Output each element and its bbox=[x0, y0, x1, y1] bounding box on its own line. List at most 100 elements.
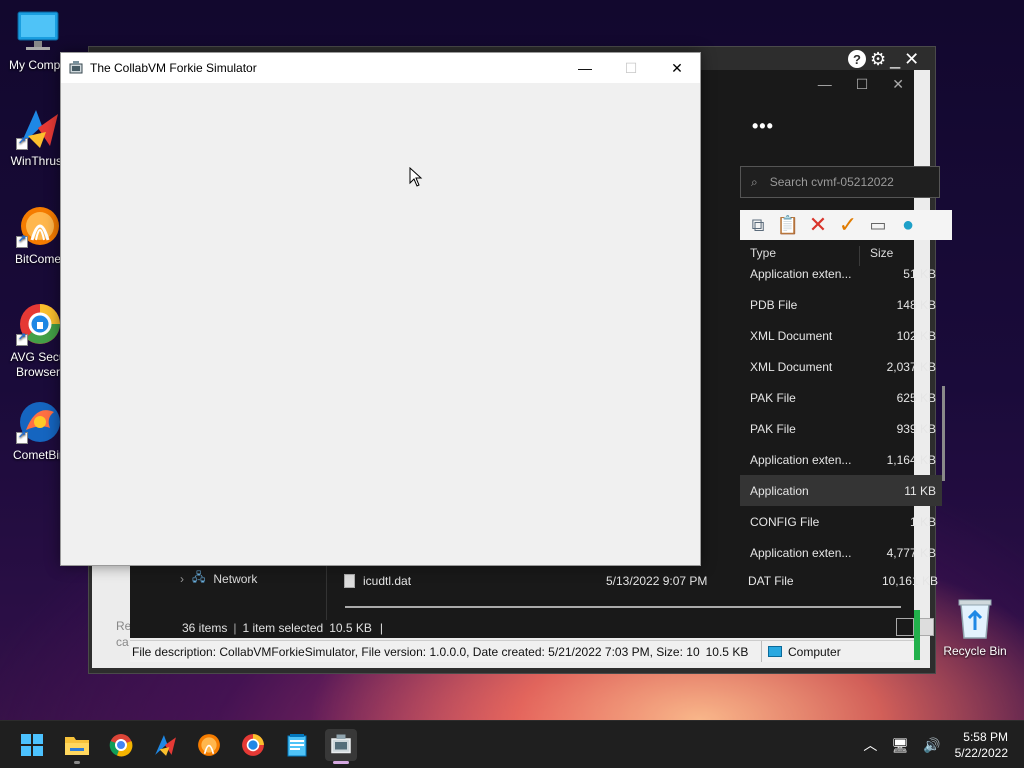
bitcomet-icon bbox=[198, 734, 220, 756]
chevron-right-icon[interactable]: › bbox=[180, 572, 184, 586]
details-view-icon[interactable] bbox=[896, 618, 914, 636]
shortcut-arrow-icon bbox=[16, 332, 28, 346]
item-count: 36 items bbox=[182, 621, 228, 635]
paste-icon[interactable]: 📋 bbox=[776, 213, 800, 237]
start-icon bbox=[21, 734, 43, 756]
taskbar: ︿ 🖥 🔊 5:58 PM 5/22/2022 bbox=[0, 720, 1024, 768]
volume-icon[interactable]: 🔊 bbox=[923, 737, 940, 754]
file-size: 10,161 KB bbox=[881, 574, 938, 588]
vertical-scrollbar[interactable] bbox=[942, 386, 945, 481]
shortcut-arrow-icon bbox=[16, 136, 28, 150]
desktop-icon-label: Recycle Bin bbox=[943, 644, 1007, 658]
file-icon bbox=[344, 574, 355, 588]
close-icon[interactable]: ✕ bbox=[904, 50, 919, 68]
clock-time: 5:58 PM bbox=[963, 730, 1008, 744]
minimize-icon[interactable]: _ bbox=[890, 50, 900, 68]
search-input[interactable]: Search cvmf-05212022 bbox=[770, 175, 894, 189]
taskbar-chrome[interactable] bbox=[105, 729, 137, 761]
bitcomet-icon bbox=[16, 204, 60, 248]
maximize-icon[interactable]: ☐ bbox=[856, 76, 869, 93]
shortcut-arrow-icon bbox=[16, 430, 28, 444]
file-list: Application exten... 51 KB PDB File 148 KB… bbox=[740, 258, 942, 568]
mouse-cursor-icon bbox=[409, 166, 423, 187]
search-box[interactable]: ⌕ Search cvmf-05212022 bbox=[740, 166, 940, 198]
maximize-button: ☐ bbox=[624, 59, 638, 76]
delete-icon[interactable]: ✕ bbox=[806, 212, 830, 237]
minimize-icon[interactable]: — bbox=[818, 76, 832, 93]
explorer-toolbar: ⧉ 📋 ✕ ✓ ▭ ● bbox=[740, 210, 952, 240]
file-description: File description: CollabVMForkieSimulato… bbox=[132, 644, 700, 659]
nav-item-label: Network bbox=[213, 571, 258, 586]
status-trail: | bbox=[379, 621, 384, 635]
description-bar: File description: CollabVMForkieSimulato… bbox=[130, 640, 914, 662]
chevron-up-icon[interactable]: ︿ bbox=[863, 735, 877, 755]
search-icon: ⌕ bbox=[751, 174, 758, 189]
clock-date: 5/22/2022 bbox=[954, 746, 1008, 760]
avg-browser-icon bbox=[242, 734, 264, 756]
copy-icon[interactable]: ⧉ bbox=[746, 213, 770, 237]
globe-icon[interactable]: ● bbox=[896, 213, 920, 237]
file-row[interactable]: PDB File 148 KB bbox=[740, 289, 942, 320]
pane-divider bbox=[326, 560, 327, 620]
forkie-simulator-window: The CollabVM Forkie Simulator — ☐ ✕ bbox=[60, 52, 701, 566]
file-row[interactable]: XML Document 2,037 KB bbox=[740, 351, 942, 382]
shortcut-arrow-icon bbox=[16, 234, 28, 248]
file-name: icudtl.dat bbox=[363, 574, 412, 588]
clock[interactable]: 5:58 PM 5/22/2022 bbox=[955, 729, 1008, 761]
window-title: The CollabVM Forkie Simulator bbox=[90, 61, 257, 75]
taskbar-bitcomet[interactable] bbox=[193, 729, 225, 761]
checkmark-icon[interactable]: ✓ bbox=[836, 212, 860, 237]
recycle-bin-icon bbox=[953, 596, 997, 640]
cometbird-icon bbox=[16, 400, 60, 444]
system-tray: ︿ 🖥 🔊 5:58 PM 5/22/2022 bbox=[863, 721, 1008, 768]
computer-label: Computer bbox=[788, 644, 841, 659]
file-row-selected[interactable]: Application 11 KB bbox=[740, 475, 942, 506]
winthruster-icon bbox=[16, 106, 60, 150]
start-button[interactable] bbox=[16, 729, 48, 761]
notepad-icon bbox=[287, 734, 307, 757]
close-button[interactable]: ✕ bbox=[654, 53, 700, 83]
close-icon[interactable]: ✕ bbox=[892, 76, 904, 93]
computer-icon bbox=[16, 10, 60, 54]
selection-size: 10.5 KB bbox=[329, 621, 372, 635]
title-bar[interactable]: The CollabVM Forkie Simulator — ☐ ✕ bbox=[61, 53, 700, 83]
desktop-icon-recycle-bin[interactable]: Recycle Bin bbox=[942, 596, 1008, 659]
gear-icon[interactable]: ⚙ bbox=[870, 50, 886, 68]
nav-item-network[interactable]: › 🖧 Network bbox=[180, 568, 257, 589]
taskbar-winthruster[interactable] bbox=[149, 729, 181, 761]
file-row-icudtl[interactable]: icudtl.dat 5/13/2022 9:07 PM DAT File 10… bbox=[344, 574, 944, 588]
file-row[interactable]: CONFIG File 1 KB bbox=[740, 506, 942, 537]
file-date: 5/13/2022 9:07 PM bbox=[606, 574, 708, 588]
network-icon[interactable]: 🖥 bbox=[891, 737, 909, 754]
forkie-app-icon bbox=[68, 60, 84, 76]
taskbar-notepad[interactable] bbox=[281, 729, 313, 761]
description-size: 10.5 KB bbox=[705, 644, 749, 659]
file-row[interactable]: Application exten... 51 KB bbox=[740, 258, 942, 289]
network-icon: 🖧 bbox=[192, 570, 206, 584]
selection-count: 1 item selected bbox=[242, 621, 324, 635]
chrome-icon bbox=[109, 734, 133, 757]
minimize-button[interactable]: — bbox=[562, 53, 608, 83]
accent-green-bar bbox=[914, 610, 920, 660]
more-options-button[interactable]: ••• bbox=[752, 116, 774, 137]
rename-icon[interactable]: ▭ bbox=[866, 213, 890, 237]
avg-browser-icon bbox=[16, 302, 60, 346]
winthruster-icon bbox=[155, 735, 176, 756]
taskbar-avg-browser[interactable] bbox=[237, 729, 269, 761]
outer-window-controls: ? ⚙ _ ✕ bbox=[848, 48, 919, 70]
taskbar-forkie-simulator[interactable] bbox=[325, 729, 357, 764]
forkie-simulator-icon bbox=[331, 734, 351, 754]
file-type: DAT File bbox=[748, 574, 794, 588]
explorer-title-buttons: — ☐ ✕ bbox=[818, 76, 904, 93]
horizontal-scrollbar[interactable] bbox=[345, 606, 901, 608]
file-row[interactable]: Application exten... 4,777 KB bbox=[740, 537, 942, 568]
file-row[interactable]: PAK File 939 KB bbox=[740, 413, 942, 444]
status-bar: 36 items | 1 item selected 10.5 KB | bbox=[168, 618, 952, 638]
file-explorer-icon bbox=[65, 737, 89, 755]
file-row[interactable]: Application exten... 1,164 KB bbox=[740, 444, 942, 475]
file-row[interactable]: XML Document 102 KB bbox=[740, 320, 942, 351]
taskbar-file-explorer[interactable] bbox=[61, 729, 93, 764]
monitor-icon bbox=[768, 646, 782, 657]
file-row[interactable]: PAK File 625 KB bbox=[740, 382, 942, 413]
help-icon[interactable]: ? bbox=[848, 50, 866, 68]
